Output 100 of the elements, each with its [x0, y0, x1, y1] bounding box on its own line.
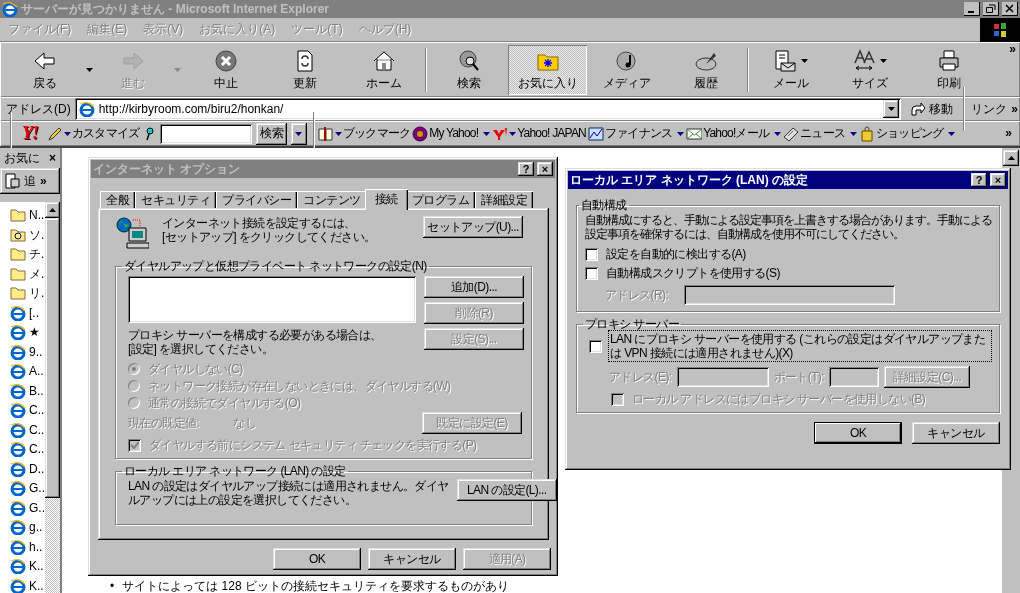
dialog-button[interactable]: キャンセル: [912, 422, 1000, 444]
toolbar-button[interactable]: 更新: [265, 44, 344, 95]
chevron-button[interactable]: »: [1009, 42, 1020, 57]
toolbar-button[interactable]: ホーム: [344, 44, 423, 95]
toolbar-link[interactable]: My Yahoo!: [429, 126, 479, 141]
favorite-item[interactable]: リ.: [29, 286, 45, 301]
help-button[interactable]: ?: [971, 173, 987, 187]
favorite-item[interactable]: ★: [29, 325, 40, 340]
favorite-item[interactable]: K..: [29, 578, 44, 593]
toolbar-button[interactable]: お気に入り: [508, 44, 587, 95]
scroll-thumb[interactable]: [45, 217, 60, 498]
dropdown-arrow-icon[interactable]: [880, 58, 887, 63]
dialog-button[interactable]: OK: [273, 548, 361, 570]
dropdown-button[interactable]: [291, 122, 307, 145]
dialog-button[interactable]: 追加(D)...: [424, 276, 524, 298]
dropdown-arrow-icon[interactable]: [509, 131, 517, 136]
tab[interactable]: プログラム: [405, 190, 475, 208]
setup-button[interactable]: セットアップ(U)...: [423, 216, 523, 238]
close-button[interactable]: ×: [537, 162, 553, 176]
close-button[interactable]: ×: [990, 173, 1006, 187]
favorite-item[interactable]: メ.: [29, 266, 45, 282]
dialog-title: インターネット オプション: [93, 161, 242, 177]
favorite-item[interactable]: C..: [29, 403, 45, 418]
tab[interactable]: セキュリティ: [135, 190, 216, 208]
instruction-text: [セットアップ] をクリックしてください。: [162, 230, 377, 244]
toolbar-link[interactable]: ファイナンス: [604, 126, 673, 141]
tab[interactable]: プライバシー: [216, 190, 297, 208]
dropdown-arrow-icon[interactable]: [774, 131, 782, 136]
chevron-button[interactable]: »: [1011, 101, 1018, 117]
favorite-item[interactable]: C..: [29, 442, 45, 457]
dropdown-arrow-icon[interactable]: [801, 58, 808, 63]
toolbar-button[interactable]: メディア: [587, 44, 666, 95]
toolbar-button[interactable]: 印刷: [909, 44, 988, 95]
dialog-button[interactable]: OK: [814, 422, 902, 444]
dropdown-arrow-icon[interactable]: [677, 131, 685, 136]
instruction-text: LAN の設定はダイヤルアップ接続には適用されません。ダイヤ: [128, 479, 449, 493]
favorite-item[interactable]: G..: [29, 500, 45, 516]
toolbar-link[interactable]: Yahoo! JAPAN: [517, 126, 586, 141]
dropdown-arrow-icon[interactable]: [85, 67, 93, 72]
connection-list[interactable]: [128, 276, 416, 323]
close-icon[interactable]: [1002, 2, 1018, 16]
help-button[interactable]: ?: [518, 162, 534, 176]
favorite-item[interactable]: K..: [29, 559, 44, 574]
favorite-item[interactable]: A..: [29, 364, 44, 379]
checkbox[interactable]: [585, 247, 598, 261]
checkbox[interactable]: [589, 339, 602, 353]
dialog-button[interactable]: キャンセル: [368, 548, 456, 570]
lan-settings-button[interactable]: LAN の設定(L)...: [456, 479, 557, 501]
search-field[interactable]: [160, 123, 253, 144]
dropdown-arrow-icon: [887, 107, 895, 111]
toolbar-button[interactable]: サイズ: [830, 44, 909, 95]
favorite-item[interactable]: チ.: [29, 247, 45, 262]
toolbar-link[interactable]: ニュース: [800, 126, 845, 141]
checkbox[interactable]: [585, 266, 598, 280]
group-title: 自動構成: [580, 199, 628, 211]
toolbar-button[interactable]: 検索: [429, 44, 508, 95]
tab[interactable]: コンテンツ: [297, 190, 367, 208]
panel-title: お気に: [4, 150, 40, 166]
favorite-item[interactable]: [..: [29, 305, 39, 321]
tab[interactable]: 全般: [100, 190, 135, 208]
favorite-item[interactable]: N..: [29, 208, 45, 223]
toolbar-link[interactable]: カスタマイズ: [72, 126, 140, 141]
dropdown-arrow-icon[interactable]: [849, 131, 857, 136]
window-title: サーバーが見つかりません - Microsoft Internet Explorer: [21, 1, 331, 17]
printer-icon: [936, 48, 961, 73]
favorite-item[interactable]: G..: [29, 481, 45, 496]
dropdown-arrow-icon[interactable]: [64, 131, 71, 136]
toolbar-button[interactable]: メール: [751, 44, 830, 95]
search-button[interactable]: 検索: [256, 122, 287, 145]
tab[interactable]: 詳細設定: [475, 190, 533, 208]
toolbar-link[interactable]: ショッピング: [875, 126, 944, 141]
links-label[interactable]: リンク: [971, 101, 1008, 117]
address-field[interactable]: http://kirbyroom.com/biru2/honkan/: [74, 98, 902, 120]
restore-icon[interactable]: [983, 2, 999, 16]
favorite-item[interactable]: D..: [29, 461, 45, 477]
dropdown-arrow-icon[interactable]: [483, 131, 491, 136]
favorite-item[interactable]: g..: [29, 520, 43, 535]
close-button[interactable]: ×: [49, 150, 56, 166]
toolbar-button[interactable]: 履歴: [666, 44, 745, 95]
envelope-icon: [686, 125, 703, 142]
toolbar-link[interactable]: ブックマーク: [343, 126, 411, 141]
scroll-up-button[interactable]: [45, 201, 60, 218]
minimize-icon[interactable]: [964, 2, 980, 16]
favorite-item[interactable]: ソ.: [29, 227, 45, 243]
chevron-button[interactable]: »: [997, 126, 1020, 141]
add-button[interactable]: 追: [24, 173, 36, 188]
dropdown-button[interactable]: [883, 100, 900, 118]
toolbar-button[interactable]: 中止: [186, 44, 265, 95]
toolbar-button[interactable]: 戻る: [10, 44, 80, 95]
go-button[interactable]: 移動: [929, 101, 954, 117]
favorite-item[interactable]: 9..: [29, 344, 43, 360]
favorite-item[interactable]: C..: [29, 422, 45, 438]
favorite-item[interactable]: B..: [29, 383, 44, 399]
dropdown-arrow-icon[interactable]: [335, 131, 342, 136]
toolbar-link[interactable]: Yahoo!メール: [703, 126, 770, 141]
tab[interactable]: 接続: [364, 188, 408, 210]
scroll-up-button[interactable]: [1003, 150, 1019, 166]
chevron-button[interactable]: »: [40, 173, 47, 188]
dropdown-arrow-icon[interactable]: [948, 131, 956, 136]
favorite-item[interactable]: h..: [29, 539, 43, 555]
